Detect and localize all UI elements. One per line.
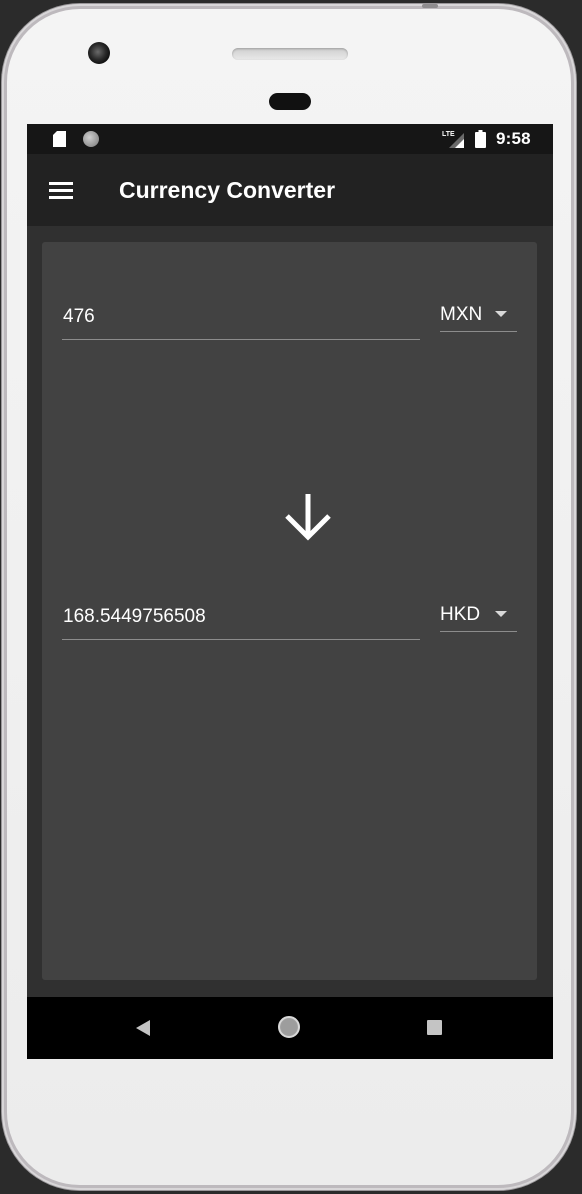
to-amount-input[interactable]: 168.5449756508 <box>62 597 420 640</box>
battery-icon <box>475 130 486 148</box>
dropdown-caret-icon <box>495 311 507 317</box>
to-amount-value: 168.5449756508 <box>63 606 206 627</box>
from-amount-value: 476 <box>63 306 95 327</box>
lte-signal-icon: LTE <box>442 131 464 148</box>
to-currency-dropdown[interactable]: HKD <box>440 597 517 632</box>
proximity-sensor <box>269 93 311 110</box>
from-amount-input[interactable]: 476 <box>62 297 420 340</box>
sync-icon <box>83 131 99 147</box>
from-currency-dropdown[interactable]: MXN <box>440 297 517 332</box>
status-clock: 9:58 <box>496 129 531 148</box>
app-bar: Currency Converter <box>27 154 553 226</box>
earpiece-speaker <box>232 48 348 60</box>
menu-line <box>49 189 73 192</box>
arrow-down-icon <box>285 494 331 541</box>
dropdown-caret-icon <box>495 611 507 617</box>
menu-line <box>49 196 73 199</box>
sd-card-icon <box>53 131 66 147</box>
phone-frame: LTE 9:58 Currency Converter 476 MXN 168.… <box>2 4 576 1190</box>
status-bar: LTE 9:58 <box>27 124 553 154</box>
home-icon[interactable] <box>278 1016 300 1038</box>
back-icon[interactable] <box>135 1019 151 1037</box>
converter-card: 476 MXN 168.5449756508 HKD <box>42 242 537 980</box>
device-screen: LTE 9:58 Currency Converter 476 MXN 168.… <box>27 124 553 1059</box>
hamburger-menu-icon[interactable] <box>45 176 75 204</box>
from-currency-code: MXN <box>440 304 483 325</box>
front-camera-icon <box>88 42 110 64</box>
to-currency-code: HKD <box>440 604 481 625</box>
navigation-bar <box>27 997 553 1059</box>
menu-line <box>49 182 73 185</box>
phone-power-edge <box>422 4 438 8</box>
recents-icon[interactable] <box>427 1020 442 1035</box>
app-title: Currency Converter <box>119 177 336 203</box>
lte-label: LTE <box>442 131 455 138</box>
